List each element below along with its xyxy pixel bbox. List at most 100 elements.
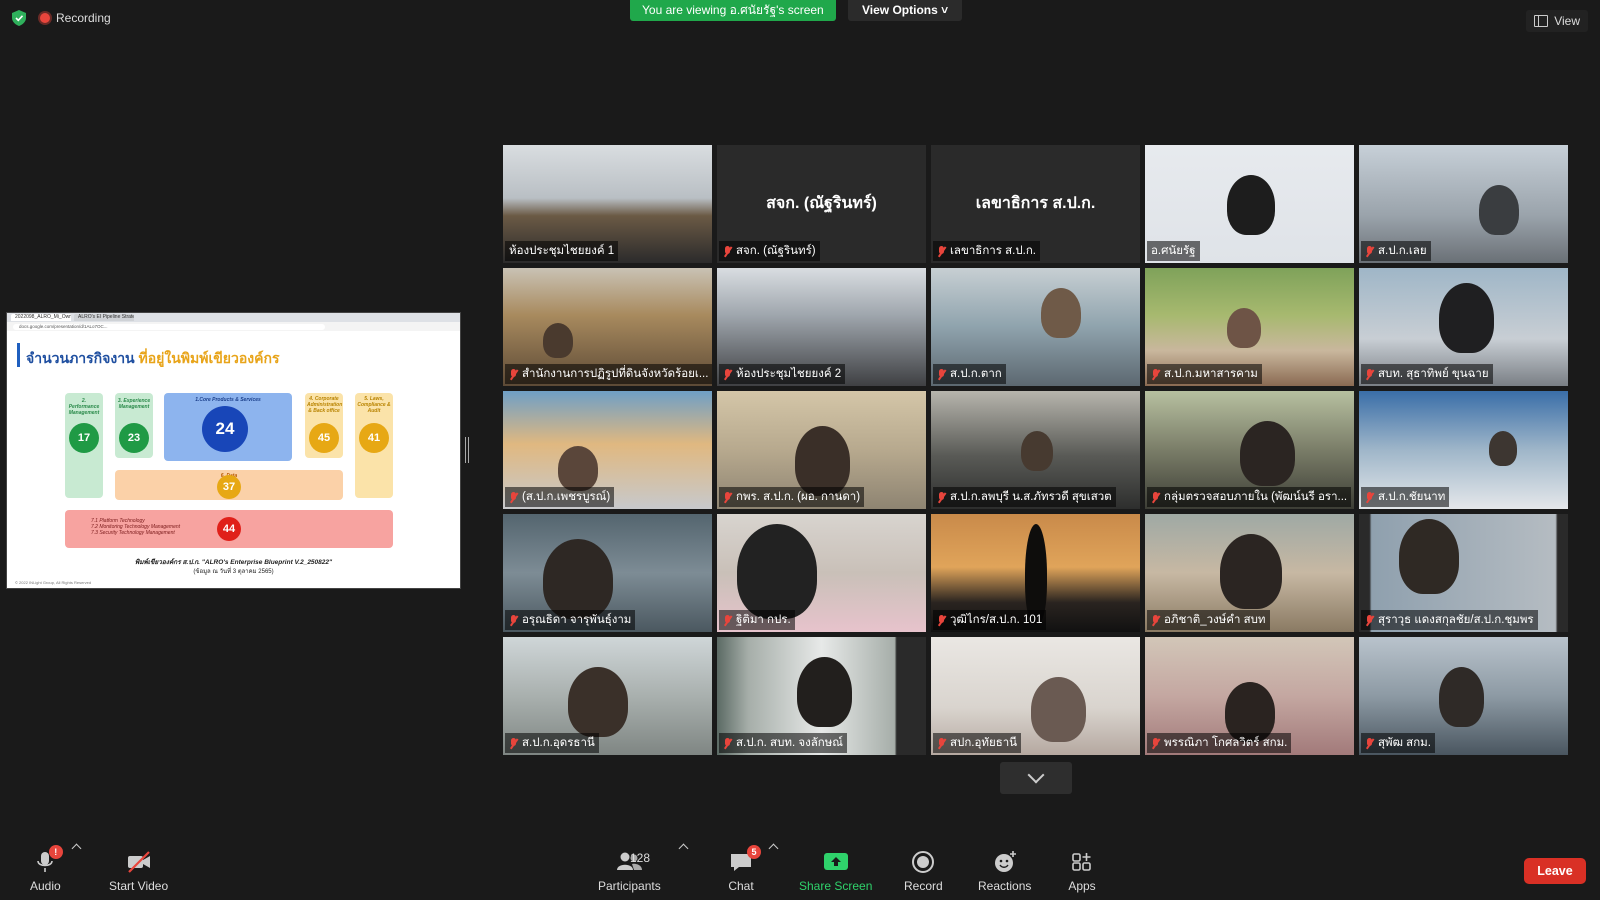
browser-tab[interactable]: 2022098_ALRO_Mi_Owner (11, 314, 71, 321)
participant-name: สุราวุธ แดงสกุลชัย/ส.ป.ก.ชุมพร (1378, 614, 1534, 626)
muted-microphone-icon (1151, 614, 1160, 626)
participant-name-label: สุราวุธ แดงสกุลชัย/ส.ป.ก.ชุมพร (1361, 610, 1538, 630)
participant-tile[interactable]: ส.ป.ก.ชัยนาท (1359, 391, 1568, 509)
participant-figure (1489, 431, 1517, 466)
participant-name-label: ส.ป.ก.ชัยนาท (1361, 487, 1450, 507)
column-label: 4. Corporate Administration & Back offic… (307, 396, 343, 414)
participant-figure (1025, 524, 1047, 624)
audio-button[interactable]: ! Audio (30, 845, 63, 893)
participant-tile[interactable]: ส.ป.ก. สบท. จงลักษณ์ (717, 637, 926, 755)
participant-name-label: ส.ป.ก.เลย (1361, 241, 1431, 261)
participant-tile[interactable]: ส.ป.ก.ลพบุรี น.ส.ภัทรวดี สุขเสวต (931, 391, 1140, 509)
participant-tile[interactable]: สำนักงานการปฏิรูปที่ดินจังหวัดร้อยเ... (503, 268, 712, 386)
slide-title: จำนวนภารกิจงาน ที่อยู่ในพิมพ์เขียวองค์กร (26, 348, 279, 370)
participant-tile[interactable]: ฐิติมา กปร. (717, 514, 926, 632)
participant-name: ส.ป.ก.เลย (1378, 245, 1427, 257)
reactions-smiley-icon (994, 851, 1016, 872)
browser-url[interactable]: docs.google.com/presentation/d/1ALo7OC..… (13, 323, 325, 330)
muted-microphone-icon (723, 368, 732, 380)
participant-name-label: สจก. (ณัฐรินทร์) (719, 241, 820, 261)
value-circle: 24 (202, 406, 248, 452)
muted-microphone-icon (1365, 245, 1374, 257)
participant-tile[interactable]: กพร. ส.ป.ก. (ผอ. กานดา) (717, 391, 926, 509)
participant-tile[interactable]: ส.ป.ก.เลย (1359, 145, 1568, 263)
audio-warning-badge: ! (48, 845, 63, 859)
participant-name: ส.ป.ก.ชัยนาท (1378, 491, 1446, 503)
participant-tile[interactable]: สุราวุธ แดงสกุลชัย/ส.ป.ก.ชุมพร (1359, 514, 1568, 632)
laws-compliance-column: 5. Laws, Compliance & Audit 41 (355, 393, 393, 498)
participant-name: สจก. (ณัฐรินทร์) (736, 245, 816, 257)
start-video-button[interactable]: Start Video (109, 849, 168, 893)
participant-name-label: อภิชาติ_วงษ์คำ สบท (1147, 610, 1270, 630)
column-label: 3. Experience Management (117, 398, 151, 410)
start-video-label: Start Video (109, 879, 169, 893)
share-screen-icon (823, 853, 848, 870)
participant-tile[interactable]: วุฒิไกร/ส.ป.ก. 101 (931, 514, 1140, 632)
participant-tile[interactable]: พรรณิภา โกศลวิตร์ สกม. (1145, 637, 1354, 755)
participant-tile[interactable]: กลุ่มตรวจสอบภายใน (พัฒน์นรี อรา... (1145, 391, 1354, 509)
participant-tile[interactable]: สจก. (ณัฐรินทร์) สจก. (ณัฐรินทร์) (717, 145, 926, 263)
participant-figure (543, 323, 573, 358)
audio-options-caret[interactable] (71, 843, 82, 854)
record-button[interactable]: Record (904, 849, 943, 893)
participant-tile[interactable]: อรุณธิดา จารุพันธุ์งาม (503, 514, 712, 632)
participant-figure (797, 657, 852, 727)
participants-options-caret[interactable] (678, 843, 689, 854)
participant-name-label: วุฒิไกร/ส.ป.ก. 101 (933, 610, 1047, 630)
performance-column: 2. Performance Management 17 (65, 393, 103, 498)
panel-resize-handle[interactable] (465, 437, 469, 463)
participant-name-label: อ.ศนัยรัฐ (1147, 241, 1200, 261)
view-button[interactable]: View (1526, 10, 1588, 32)
slide-title-part2: ที่อยู่ในพิมพ์เขียวองค์กร (138, 350, 280, 366)
participant-tile[interactable]: สปก.อุทัยธานี (931, 637, 1140, 755)
value-circle: 45 (309, 423, 339, 453)
participant-tile[interactable]: สบท. สุธาทิพย์ ขุนฉาย (1359, 268, 1568, 386)
more-participants-button[interactable] (1000, 762, 1072, 794)
share-screen-button[interactable]: Share Screen (799, 849, 872, 893)
muted-microphone-icon (723, 737, 732, 749)
participant-name: ห้องประชุมไชยยงค์ 2 (736, 368, 842, 380)
shared-screen[interactable]: 2022098_ALRO_Mi_Owner ALRO's EI Pipeline… (6, 312, 461, 589)
reactions-button[interactable]: Reactions (978, 849, 1031, 893)
participant-name-label: (ส.ป.ก.เพชรบูรณ์) (505, 487, 615, 507)
chat-button[interactable]: 5 Chat (727, 845, 761, 893)
viewing-banner: You are viewing อ.ศนัยรัฐ's screen (630, 0, 836, 21)
muted-microphone-icon (509, 368, 518, 380)
view-options-button[interactable]: View Options ˅ (848, 0, 963, 21)
participant-tile[interactable]: ส.ป.ก.ตาก (931, 268, 1140, 386)
participant-tile[interactable]: เลขาธิการ ส.ป.ก. เลขาธิการ ส.ป.ก. (931, 145, 1140, 263)
browser-tab[interactable]: ALRO's EI Pipeline Strategy (74, 314, 134, 321)
participant-tile[interactable]: ห้องประชุมไชยยงค์ 1 (503, 145, 712, 263)
chat-label: Chat (728, 879, 754, 893)
participant-name: กลุ่มตรวจสอบภายใน (พัฒน์นรี อรา... (1164, 491, 1348, 503)
participant-tile[interactable]: สุพัฒ สกม. (1359, 637, 1568, 755)
chevron-down-icon: ˅ (941, 3, 949, 17)
participant-figure (543, 539, 613, 619)
participant-tile[interactable]: (ส.ป.ก.เพชรบูรณ์) (503, 391, 712, 509)
participant-name: อภิชาติ_วงษ์คำ สบท (1164, 614, 1266, 626)
data-row: 6. Data 37 (115, 470, 343, 500)
column-label: 2. Performance Management (68, 398, 100, 416)
chat-options-caret[interactable] (768, 843, 779, 854)
muted-microphone-icon (1365, 737, 1374, 749)
recording-indicator[interactable]: Recording (40, 11, 111, 25)
participant-name-label: เลขาธิการ ส.ป.ก. (933, 241, 1040, 261)
participant-tile[interactable]: ห้องประชุมไชยยงค์ 2 (717, 268, 926, 386)
participant-name-label: ส.ป.ก.มหาสารคาม (1147, 364, 1262, 384)
participant-name-label: สำนักงานการปฏิรูปที่ดินจังหวัดร้อยเ... (505, 364, 712, 384)
participant-name: สปก.อุทัยธานี (950, 737, 1018, 749)
leave-button[interactable]: Leave (1524, 858, 1586, 884)
participant-tile[interactable]: ส.ป.ก.มหาสารคาม (1145, 268, 1354, 386)
participant-figure (1227, 308, 1261, 348)
participants-button[interactable]: 128 Participants (598, 849, 661, 893)
participant-tile[interactable]: ส.ป.ก.อุดรธานี (503, 637, 712, 755)
apps-button[interactable]: Apps (1068, 849, 1096, 893)
muted-microphone-icon (1365, 614, 1374, 626)
participant-name-label: สบท. สุธาทิพย์ ขุนฉาย (1361, 364, 1493, 384)
security-shield-icon[interactable] (12, 10, 26, 26)
corporate-admin-column: 4. Corporate Administration & Back offic… (305, 393, 343, 458)
participant-tile-active-speaker[interactable]: อ.ศนัยรัฐ (1145, 145, 1354, 263)
participant-name-label: สุพัฒ สกม. (1361, 733, 1435, 753)
participant-name: สำนักงานการปฏิรูปที่ดินจังหวัดร้อยเ... (522, 368, 709, 380)
participant-tile[interactable]: อภิชาติ_วงษ์คำ สบท (1145, 514, 1354, 632)
